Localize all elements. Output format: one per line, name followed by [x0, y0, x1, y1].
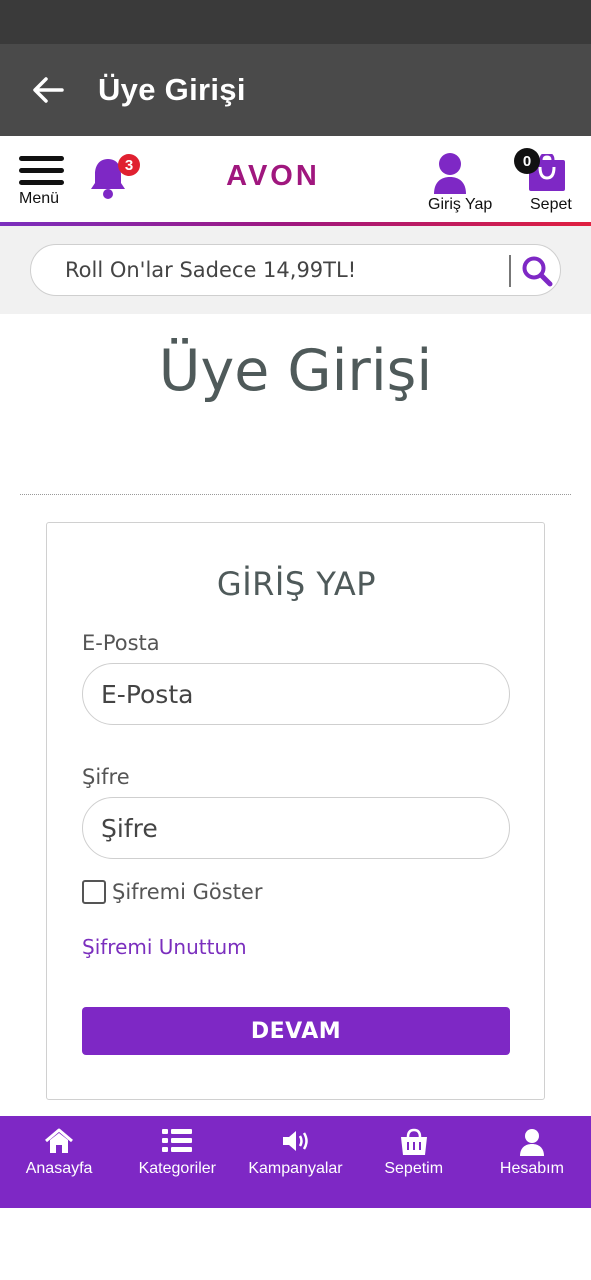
arrow-left-icon — [33, 77, 64, 103]
nav-label-campaigns: Kampanyalar — [248, 1160, 343, 1177]
shopping-bag-icon — [400, 1128, 427, 1155]
login-link[interactable]: Giriş Yap — [428, 150, 502, 216]
password-input[interactable] — [101, 810, 491, 846]
section-divider — [20, 494, 571, 495]
login-form-title: GİRİŞ YAP — [216, 565, 377, 603]
show-password-toggle[interactable]: Şifremi Göster — [82, 879, 262, 905]
nav-item-cart[interactable]: Sepetim — [355, 1116, 473, 1208]
megaphone-icon — [282, 1131, 308, 1151]
site-header: Menü 3 AVON Giriş Yap 0 Sepet — [0, 136, 591, 222]
search-icon — [522, 256, 553, 287]
nav-item-categories[interactable]: Kategoriler — [118, 1116, 236, 1208]
login-card: GİRİŞ YAP E-Posta Şifre Şifremi Göster Ş… — [46, 522, 545, 1100]
login-label: Giriş Yap — [428, 196, 493, 213]
email-label: E-Posta — [82, 631, 160, 655]
notification-badge: 3 — [118, 154, 140, 176]
hamburger-icon — [19, 156, 64, 192]
nav-item-account[interactable]: Hesabım — [473, 1116, 591, 1208]
nav-item-campaigns[interactable]: Kampanyalar — [236, 1116, 354, 1208]
list-icon — [162, 1129, 193, 1152]
continue-button[interactable]: DEVAM — [82, 1007, 510, 1055]
nav-label-categories: Kategoriler — [138, 1160, 216, 1177]
page-title: Üye Girişi — [158, 338, 433, 404]
app-bar-title: Üye Girişi — [98, 72, 246, 107]
show-password-checkbox[interactable] — [82, 880, 106, 904]
user-icon — [519, 1129, 544, 1156]
menu-button[interactable]: Menü — [14, 150, 70, 212]
bottom-navigation: Anasayfa Kategoriler Kampanyalar Sepetim… — [0, 1116, 591, 1208]
search-button[interactable] — [517, 251, 557, 291]
nav-label-account: Hesabım — [499, 1160, 564, 1177]
show-password-label: Şifremi Göster — [112, 880, 263, 904]
nav-label-cart: Sepetim — [384, 1160, 444, 1177]
back-button[interactable] — [18, 60, 78, 120]
nav-item-home[interactable]: Anasayfa — [0, 1116, 118, 1208]
search-area — [0, 226, 591, 314]
search-input[interactable] — [65, 253, 505, 287]
app-bar: Üye Girişi — [0, 44, 591, 136]
cart-label: Sepet — [530, 196, 572, 213]
home-icon — [45, 1128, 74, 1153]
search-box — [30, 244, 561, 296]
avon-logo[interactable]: AVON — [218, 160, 328, 193]
nav-label-home: Anasayfa — [25, 1160, 93, 1177]
forgot-password-link[interactable]: Şifremi Unuttum — [82, 935, 247, 959]
cart-count-badge: 0 — [514, 148, 540, 174]
menu-label: Menü — [19, 190, 60, 207]
bottom-spacer — [0, 1208, 591, 1280]
email-input[interactable] — [101, 676, 491, 712]
cart-button[interactable]: 0 Sepet — [514, 148, 578, 218]
notifications-button[interactable]: 3 — [88, 148, 140, 200]
search-separator — [509, 255, 511, 287]
user-icon — [434, 153, 466, 194]
password-field — [82, 797, 510, 859]
password-label: Şifre — [82, 765, 130, 789]
status-bar — [0, 0, 591, 44]
email-field — [82, 663, 510, 725]
